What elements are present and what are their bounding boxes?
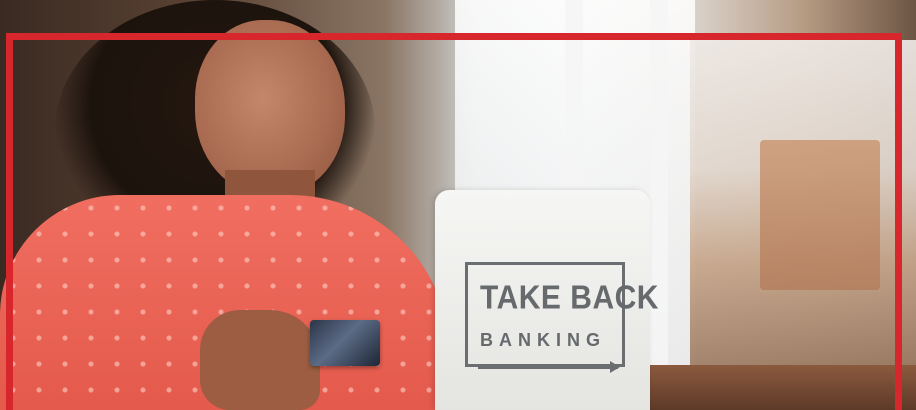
table-edge (610, 365, 916, 410)
woman-face (195, 20, 345, 195)
logo-line2: BANKING (480, 330, 606, 350)
hero-banner: TAKE BACK BANKING (0, 0, 916, 410)
arrow-right-icon (478, 361, 620, 373)
woman-hand (200, 310, 320, 410)
credit-card (310, 320, 380, 366)
window-frame-right (650, 0, 668, 410)
building (760, 140, 880, 290)
logo-line1: TAKE BACK (480, 280, 659, 317)
